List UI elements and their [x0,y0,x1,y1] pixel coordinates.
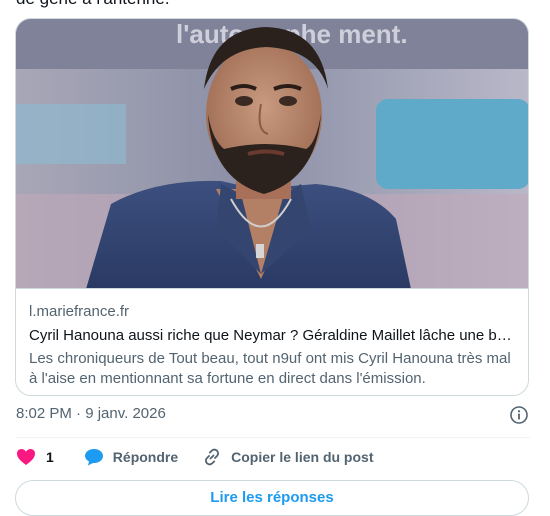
card-description: Les chroniqueurs de Tout beau, tout n9uf… [29,350,511,387]
link-icon [202,447,222,467]
speech-bubble-icon [84,448,104,466]
reply-button[interactable]: Répondre [84,448,178,466]
copy-link-button[interactable]: Copier le lien du post [202,447,374,467]
copy-link-label: Copier le lien du post [231,449,374,465]
post-timestamp[interactable]: 8:02 PM · 9 janv. 2026 [16,405,166,422]
post-text-tail: de gêne à l'antenne. [16,0,170,9]
card-image: l'autographe ment. [16,19,528,289]
heart-icon [16,448,36,466]
info-icon[interactable] [509,405,529,425]
reply-label: Répondre [112,449,179,465]
card-title: Cyril Hanouna aussi riche que Neymar ? G… [29,327,516,344]
divider [16,437,530,438]
like-count: 1 [46,449,54,465]
read-replies-button[interactable]: Lire les réponses [15,480,529,516]
action-bar: 1 Répondre Copier le lien du post [16,446,374,468]
card-domain: l.mariefrance.fr [29,303,130,320]
like-button[interactable]: 1 [16,448,54,466]
link-preview-card[interactable]: l'autographe ment. l.mariefrance.fr Cyri… [15,18,529,396]
